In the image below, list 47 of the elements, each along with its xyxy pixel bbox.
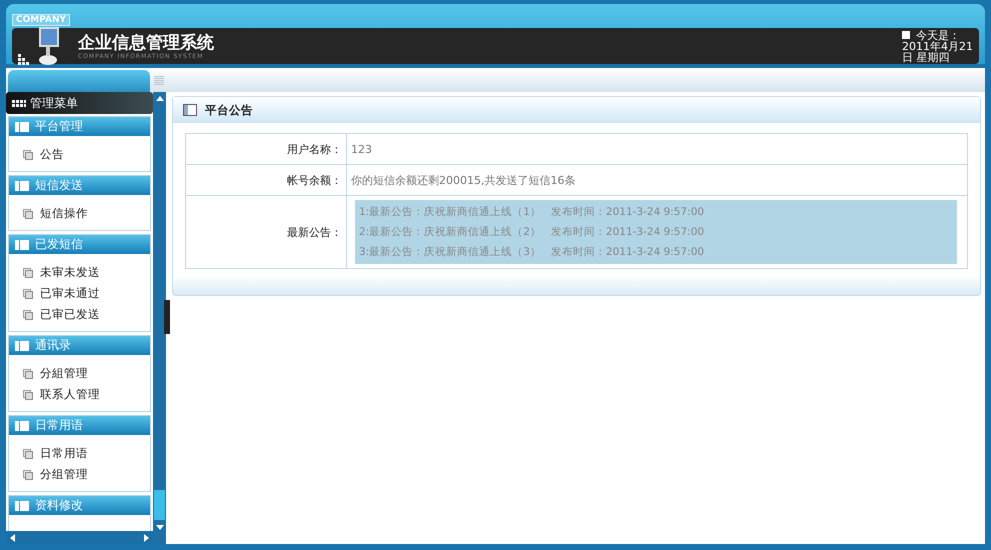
computer-icon	[18, 26, 62, 66]
date-text: 日 星期四	[902, 52, 950, 62]
left-arrow-icon[interactable]	[10, 534, 15, 542]
company-badge: COMPANY	[12, 14, 70, 26]
panel-icon	[15, 180, 29, 190]
date-label: 今天是：	[916, 30, 960, 40]
menu-item[interactable]: 公告	[40, 147, 64, 162]
panel-icon	[15, 420, 29, 430]
page-icon	[23, 310, 33, 320]
field-value: 你的短信余额还剩200015,共发送了短信16条	[346, 164, 968, 196]
menu-item[interactable]: 短信操作	[40, 206, 88, 221]
page-icon	[23, 268, 33, 278]
grid-icon	[12, 98, 26, 108]
page-icon	[23, 288, 33, 298]
square-icon	[902, 31, 910, 39]
menu-item[interactable]: 已审未通过	[40, 286, 100, 301]
menu-item[interactable]: 未审未发送	[40, 265, 100, 280]
collapse-handle[interactable]	[164, 300, 170, 334]
system-title: 企业信息管理系统	[78, 32, 215, 52]
page-icon	[23, 390, 33, 400]
menu-item[interactable]: 日常用语	[40, 446, 88, 461]
menu-item[interactable]: 联系人管理	[40, 387, 100, 402]
notice-time: 发布时间：2011-3-24 9:57:00	[550, 225, 704, 239]
menu-item[interactable]: 已审已发送	[40, 307, 100, 322]
scroll-thumb[interactable]	[154, 490, 165, 520]
page-icon	[23, 368, 33, 378]
date-text: 2011年4月21	[902, 40, 973, 52]
page-icon	[23, 150, 33, 160]
grip-icon	[154, 74, 164, 86]
page-icon	[23, 448, 33, 458]
field-value: 123	[346, 134, 968, 164]
field-label: 用户名称：	[186, 134, 346, 164]
field-label: 帐号余额：	[186, 164, 346, 196]
page-icon	[23, 208, 33, 218]
panel-icon	[15, 340, 29, 350]
menu-title: 管理菜单	[30, 94, 78, 112]
notice-time: 发布时间：2011-3-24 9:57:00	[550, 245, 704, 259]
panel-icon	[15, 500, 29, 510]
page-icon	[23, 470, 33, 480]
notice-time: 发布时间：2011-3-24 9:57:00	[550, 205, 704, 219]
field-label: 最新公告：	[186, 196, 346, 268]
menu-item[interactable]: 分組管理	[40, 366, 88, 381]
panel-title: 平台公告	[205, 102, 253, 118]
panel-icon	[15, 240, 29, 250]
panel-icon	[183, 104, 197, 116]
menu-item[interactable]: 分组管理	[40, 467, 88, 482]
panel-icon	[15, 122, 29, 132]
